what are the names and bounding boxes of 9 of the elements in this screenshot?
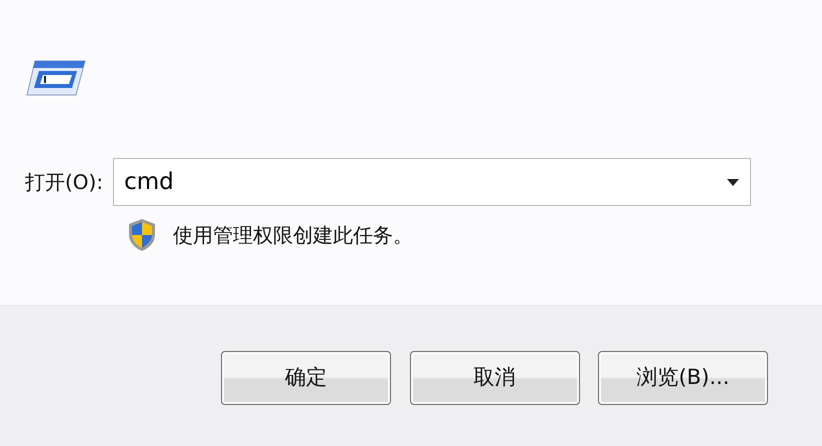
browse-button[interactable]: 浏览(B)... bbox=[598, 351, 768, 405]
ok-button[interactable]: 确定 bbox=[221, 351, 391, 405]
cancel-button[interactable]: 取消 bbox=[410, 351, 580, 405]
open-label: 打开(O): bbox=[25, 169, 104, 196]
admin-note: 使用管理权限创建此任务。 bbox=[173, 222, 413, 249]
run-app-icon bbox=[25, 58, 87, 98]
shield-icon bbox=[127, 218, 157, 252]
dropdown-arrow-icon[interactable] bbox=[727, 179, 740, 186]
command-combobox[interactable]: cmd bbox=[113, 158, 752, 206]
